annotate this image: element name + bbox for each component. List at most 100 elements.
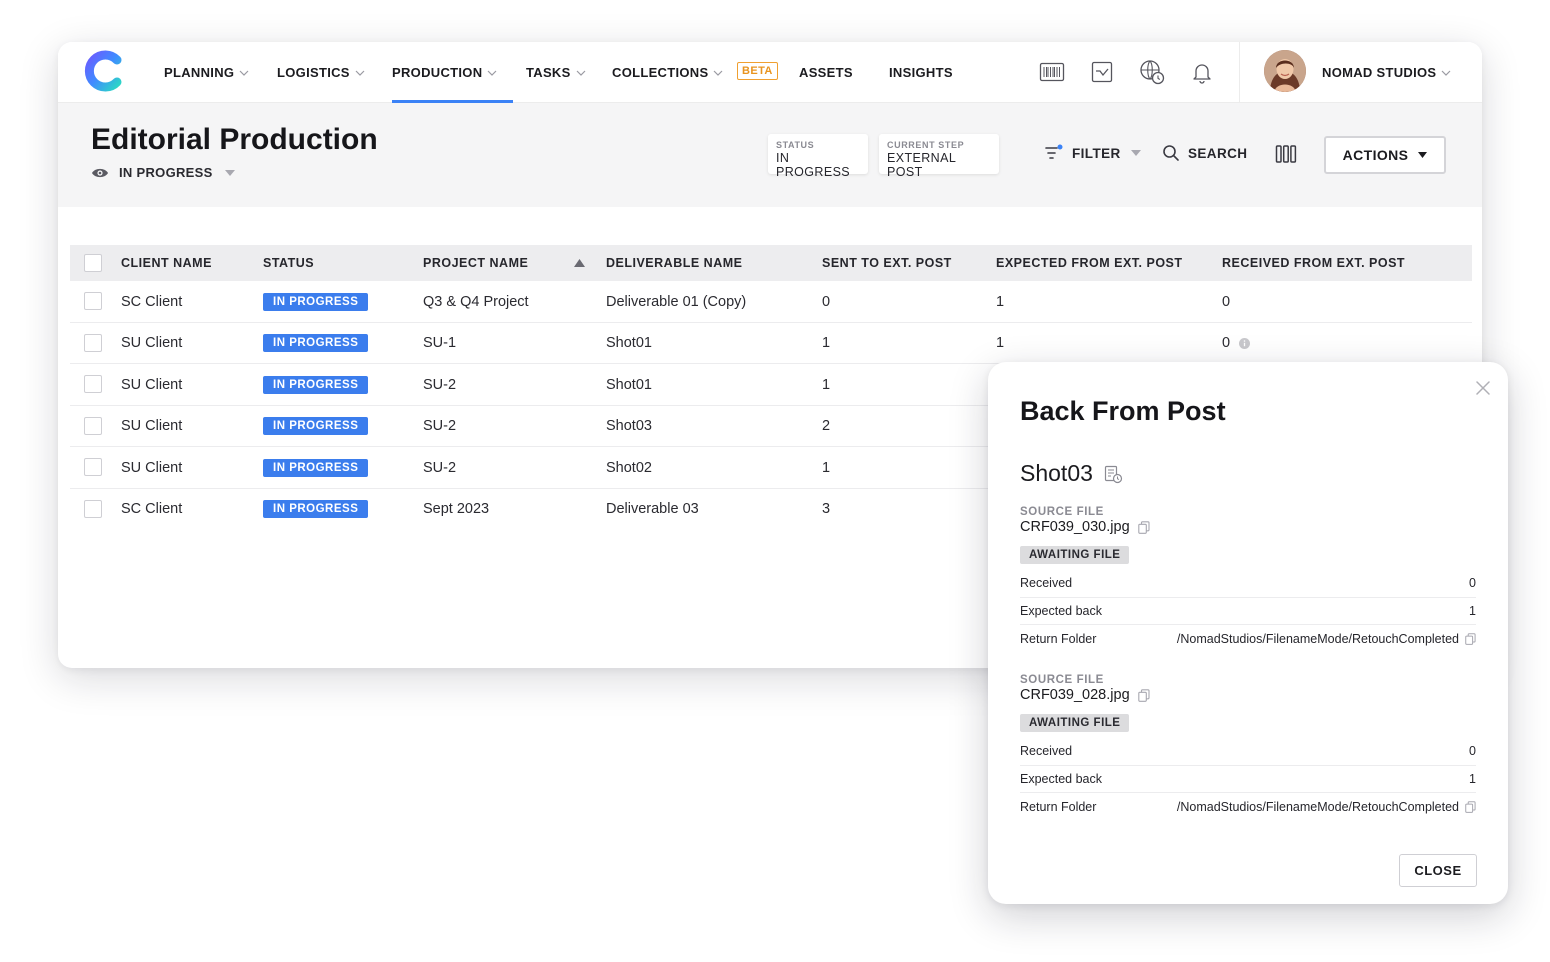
source-file-details: Received 0 Expected back 1 Return Folder… <box>1020 738 1476 821</box>
source-file-details: Received 0 Expected back 1 Return Folder… <box>1020 570 1476 653</box>
copy-icon[interactable] <box>1465 801 1476 813</box>
awaiting-file-badge: AWAITING FILE <box>1020 714 1130 732</box>
caret-down-icon <box>1130 150 1141 156</box>
eye-icon <box>92 168 108 177</box>
col-status[interactable]: STATUS <box>263 245 314 281</box>
table-header: CLIENT NAME STATUS PROJECT NAME DELIVERA… <box>70 245 1472 281</box>
status-badge: IN PROGRESS <box>263 417 369 435</box>
status-badge: IN PROGRESS <box>263 458 369 477</box>
chevron-down-icon <box>487 70 497 76</box>
cell-sent: 1 <box>822 335 831 351</box>
cell-client: SC Client <box>121 293 183 310</box>
source-file-label: SOURCE FILE <box>1020 674 1104 686</box>
select-all-checkbox[interactable] <box>84 254 102 272</box>
nav-insights-label: INSIGHTS <box>889 65 953 80</box>
nav-logistics[interactable]: LOGISTICS <box>277 42 365 103</box>
detail-key: Received <box>1020 744 1073 759</box>
actions-button[interactable]: ACTIONS <box>1324 136 1446 174</box>
source-file-value: CRF039_030.jpg <box>1020 519 1130 535</box>
row-checkbox[interactable] <box>84 499 102 518</box>
source-file-name: CRF039_028.jpg <box>1020 687 1476 703</box>
source-file-block: SOURCE FILE CRF039_030.jpg AWAITING FILE… <box>1020 506 1476 653</box>
view-status-label: IN PROGRESS <box>119 165 213 180</box>
sort-ascending-icon[interactable] <box>574 259 585 267</box>
col-expected-from-ext-post[interactable]: EXPECTED FROM EXT. POST <box>996 245 1183 281</box>
nav-tasks[interactable]: TASKS <box>526 42 586 103</box>
nav-insights[interactable]: INSIGHTS <box>889 42 953 103</box>
col-received-from-ext-post[interactable]: RECEIVED FROM EXT. POST <box>1222 245 1405 281</box>
col-deliverable-name[interactable]: DELIVERABLE NAME <box>606 245 742 281</box>
col-sent-to-ext-post[interactable]: SENT TO EXT. POST <box>822 245 952 281</box>
source-file-name: CRF039_030.jpg <box>1020 519 1476 535</box>
nav-tasks-label: TASKS <box>526 65 571 80</box>
cell-deliverable: Shot01 <box>606 376 652 393</box>
search-button[interactable]: SEARCH <box>1162 131 1247 175</box>
chevron-down-icon <box>576 70 586 76</box>
bell-icon[interactable] <box>1188 58 1216 86</box>
filter-button[interactable]: FILTER <box>1044 131 1141 175</box>
cell-deliverable: Shot03 <box>606 418 652 434</box>
status-chip-label: STATUS <box>776 140 815 150</box>
cell-project: Sept 2023 <box>423 501 490 517</box>
nav-collections[interactable]: COLLECTIONS <box>612 42 723 103</box>
copy-icon[interactable] <box>1137 520 1150 534</box>
cell-deliverable: Deliverable 03 <box>606 501 699 517</box>
modal-title: Back From Post <box>1020 396 1226 426</box>
col-client-name[interactable]: CLIENT NAME <box>121 245 212 281</box>
nav-assets[interactable]: ASSETS <box>799 42 853 103</box>
file-history-icon[interactable] <box>1103 464 1123 484</box>
reports-icon[interactable] <box>1088 58 1116 86</box>
detail-key: Received <box>1020 576 1073 591</box>
cell-expected: 1 <box>996 293 1005 310</box>
close-button[interactable]: CLOSE <box>1399 854 1477 887</box>
copy-icon[interactable] <box>1465 633 1476 645</box>
org-name-label: NOMAD STUDIOS <box>1322 65 1437 80</box>
cell-sent: 2 <box>822 418 831 434</box>
chevron-down-icon <box>1441 70 1451 76</box>
chevron-down-icon <box>355 70 365 76</box>
row-checkbox[interactable] <box>84 416 102 435</box>
status-badge: IN PROGRESS <box>263 292 369 311</box>
table-row[interactable]: SU Client IN PROGRESS SU-1 Shot01 1 1 0 <box>70 323 1472 364</box>
cell-project: SU-1 <box>423 335 457 351</box>
row-checkbox[interactable] <box>84 375 102 393</box>
status-chip[interactable]: STATUS IN PROGRESS <box>768 134 868 179</box>
caret-down-icon <box>1418 152 1428 158</box>
table-row[interactable]: SC Client IN PROGRESS Q3 & Q4 Project De… <box>70 281 1472 323</box>
search-label: SEARCH <box>1188 145 1248 161</box>
cell-received: 0 <box>1222 293 1231 310</box>
org-switcher[interactable]: NOMAD STUDIOS <box>1322 42 1451 103</box>
detail-key: Expected back <box>1020 603 1102 618</box>
cell-deliverable: Shot02 <box>606 459 652 476</box>
cell-sent: 1 <box>822 459 831 476</box>
detail-expected-back: Expected back 1 <box>1020 766 1476 793</box>
row-checkbox[interactable] <box>84 292 102 310</box>
columns-icon[interactable] <box>1275 144 1297 164</box>
view-status-dropdown[interactable]: IN PROGRESS <box>91 165 235 180</box>
globe-clock-icon[interactable] <box>1138 58 1166 86</box>
detail-value: 1 <box>1469 603 1476 618</box>
info-icon[interactable] <box>1239 337 1251 349</box>
copy-icon[interactable] <box>1137 688 1150 702</box>
avatar[interactable] <box>1264 50 1306 92</box>
nav-production[interactable]: PRODUCTION <box>392 42 514 103</box>
cell-project: SU-2 <box>423 376 457 393</box>
cell-deliverable: Deliverable 01 (Copy) <box>606 293 747 310</box>
status-badge: IN PROGRESS <box>263 500 369 518</box>
source-file-label: SOURCE FILE <box>1020 506 1104 518</box>
detail-return-folder: Return Folder /NomadStudios/FilenameMode… <box>1020 625 1476 653</box>
row-checkbox[interactable] <box>84 458 102 476</box>
caret-down-icon <box>224 169 235 176</box>
detail-return-folder: Return Folder /NomadStudios/FilenameMode… <box>1020 793 1476 821</box>
current-step-chip[interactable]: CURRENT STEP EXTERNAL POST <box>879 134 999 179</box>
brand-logo[interactable] <box>83 50 125 92</box>
barcode-icon[interactable] <box>1038 58 1066 86</box>
col-project-name[interactable]: PROJECT NAME <box>423 245 528 281</box>
cell-project: SU-2 <box>423 418 457 434</box>
row-checkbox[interactable] <box>84 333 102 352</box>
close-icon[interactable] <box>1475 380 1491 396</box>
detail-key: Return Folder <box>1020 799 1097 814</box>
topbar-divider <box>1239 42 1240 103</box>
source-file-block: SOURCE FILE CRF039_028.jpg AWAITING FILE… <box>1020 674 1476 821</box>
nav-planning[interactable]: PLANNING <box>164 42 249 103</box>
